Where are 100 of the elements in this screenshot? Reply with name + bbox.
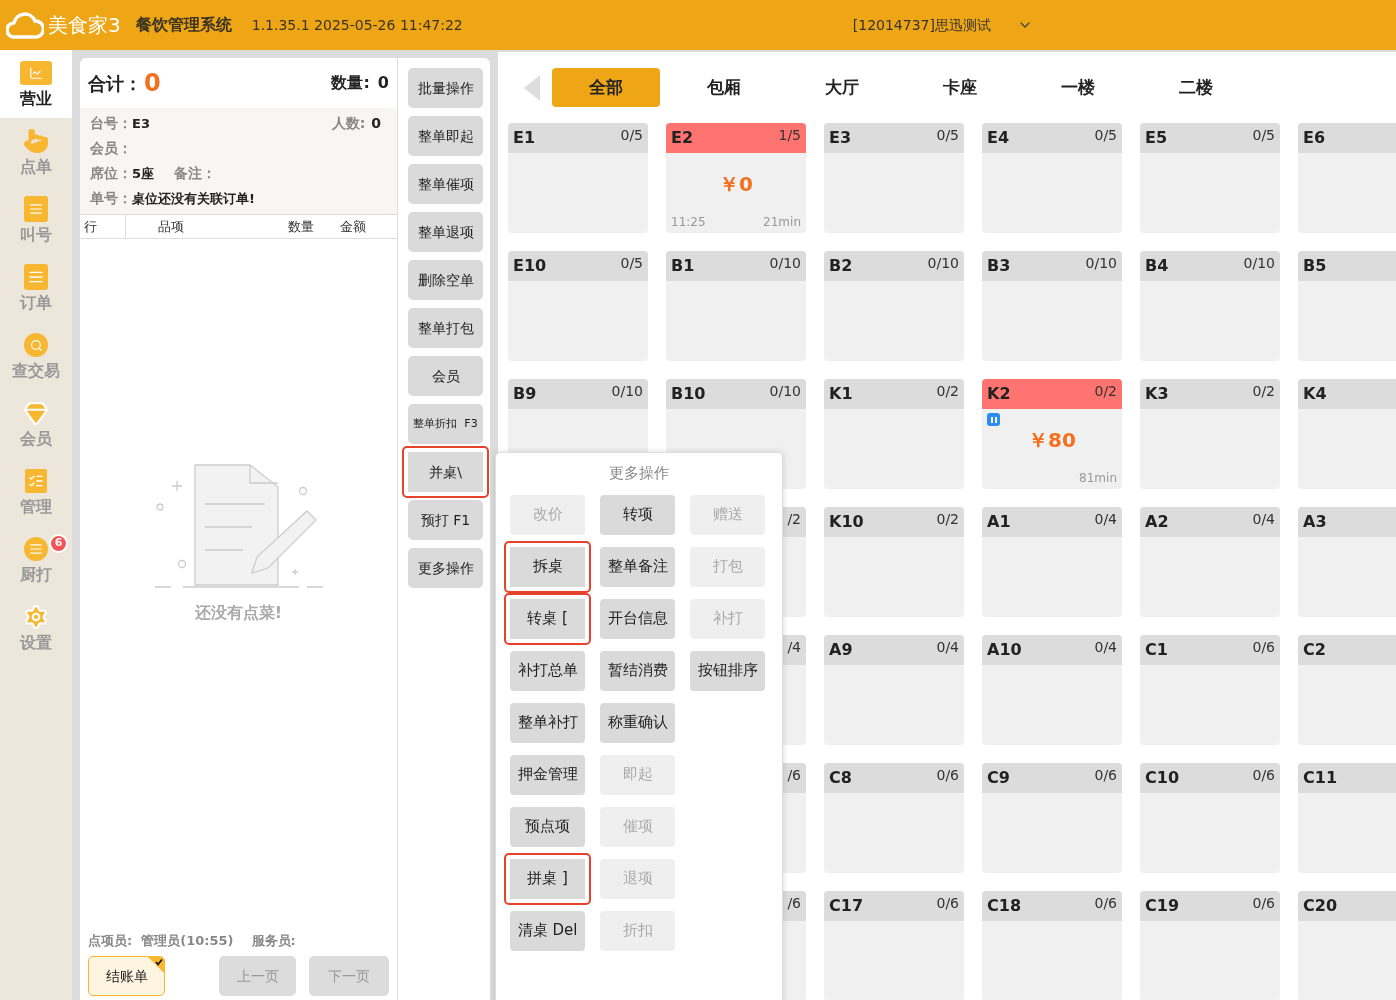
table-name: A10 bbox=[987, 639, 1022, 661]
table-card[interactable]: A9 0/4 bbox=[824, 635, 964, 745]
table-card[interactable]: B3 0/10 bbox=[982, 251, 1122, 361]
menu-button[interactable]: 补打总单 bbox=[510, 650, 585, 691]
table-card[interactable]: E10 0/5 bbox=[508, 251, 648, 361]
menu-button[interactable]: 转项 bbox=[600, 494, 675, 535]
seat-count: 1/5 bbox=[778, 127, 801, 143]
table-card[interactable]: B5 bbox=[1298, 251, 1396, 361]
info-label: 备注： bbox=[174, 164, 217, 183]
table-card[interactable]: E5 0/5 bbox=[1140, 123, 1280, 233]
action-button[interactable]: 批量操作 bbox=[408, 68, 483, 108]
table-name: B1 bbox=[671, 255, 695, 277]
action-button[interactable]: 整单退项 bbox=[408, 212, 483, 252]
brand-name: 美食家3 bbox=[48, 12, 121, 39]
table-card[interactable]: C20 bbox=[1298, 891, 1396, 1000]
table-card[interactable]: E1 0/5 bbox=[508, 123, 648, 233]
menu-button[interactable]: 预点项 bbox=[510, 806, 585, 847]
area-tab[interactable]: 一楼 bbox=[1024, 68, 1132, 107]
seat-count: 0/6 bbox=[1252, 639, 1275, 655]
table-card[interactable]: C10 0/6 bbox=[1140, 763, 1280, 873]
area-tab[interactable]: 全部 bbox=[552, 68, 660, 107]
seat-count: 0/5 bbox=[1252, 127, 1275, 143]
menu-button[interactable]: 整单补打 bbox=[510, 702, 585, 743]
table-name: E6 bbox=[1303, 127, 1326, 149]
table-card[interactable]: B4 0/10 bbox=[1140, 251, 1280, 361]
info-value: 桌位还没有关联订单! bbox=[132, 189, 255, 208]
action-button[interactable]: 并桌\ bbox=[402, 446, 489, 498]
table-card[interactable]: E6 bbox=[1298, 123, 1396, 233]
table-card[interactable]: C11 bbox=[1298, 763, 1396, 873]
left-arrow-icon[interactable] bbox=[524, 74, 540, 101]
table-card[interactable]: A10 0/4 bbox=[982, 635, 1122, 745]
table-card[interactable]: C1 0/6 bbox=[1140, 635, 1280, 745]
table-card[interactable]: C2 bbox=[1298, 635, 1396, 745]
gear-icon bbox=[23, 603, 49, 631]
table-card[interactable]: E2 1/5 ￥0 11:25 21min bbox=[666, 123, 806, 233]
seat-count: 0/6 bbox=[1252, 895, 1275, 911]
table-name: A2 bbox=[1145, 511, 1169, 533]
area-tab[interactable]: 二楼 bbox=[1142, 68, 1250, 107]
cloud-logo-icon bbox=[6, 10, 44, 40]
info-label: 人数: bbox=[331, 114, 366, 133]
column-header: 行 bbox=[80, 215, 126, 238]
table-name: B5 bbox=[1303, 255, 1327, 277]
action-button[interactable]: 预打 F1 bbox=[408, 500, 483, 540]
menu-button[interactable]: 清桌 Del bbox=[510, 910, 585, 951]
action-button[interactable]: 会员 bbox=[408, 356, 483, 396]
menu-button[interactable]: 称重确认 bbox=[600, 702, 675, 743]
table-card[interactable]: K1 0/2 bbox=[824, 379, 964, 489]
table-card[interactable]: C18 0/6 bbox=[982, 891, 1122, 1000]
table-card[interactable]: E3 0/5 bbox=[824, 123, 964, 233]
menu-button[interactable]: 押金管理 bbox=[510, 754, 585, 795]
seat-count: 0/10 bbox=[1243, 255, 1275, 271]
menu-button[interactable]: 暂结消费 bbox=[600, 650, 675, 691]
menu-button[interactable]: 整单备注 bbox=[600, 546, 675, 587]
table-name: B4 bbox=[1145, 255, 1169, 277]
action-button[interactable]: 删除空单 bbox=[408, 260, 483, 300]
area-tab[interactable]: 大厅 bbox=[788, 68, 896, 107]
menu-button[interactable]: 拼桌 ] bbox=[504, 852, 591, 905]
table-card[interactable]: C17 0/6 bbox=[824, 891, 964, 1000]
menu-button[interactable]: 开台信息 bbox=[600, 598, 675, 639]
table-card[interactable]: K3 0/2 bbox=[1140, 379, 1280, 489]
sidebar-item[interactable]: 营业 bbox=[0, 50, 72, 118]
area-tab[interactable]: 包厢 bbox=[670, 68, 778, 107]
table-card[interactable]: K4 bbox=[1298, 379, 1396, 489]
seat-count: 0/5 bbox=[936, 127, 959, 143]
seat-count: 0/4 bbox=[1094, 639, 1117, 655]
table-card[interactable]: C8 0/6 bbox=[824, 763, 964, 873]
seat-count: 0/4 bbox=[1252, 511, 1275, 527]
table-card[interactable]: A1 0/4 bbox=[982, 507, 1122, 617]
seat-count: 0/5 bbox=[620, 255, 643, 271]
table-name: K4 bbox=[1303, 383, 1327, 405]
menu-button[interactable]: 转桌 [ bbox=[504, 592, 591, 645]
checkout-button[interactable]: 结账单 bbox=[88, 956, 165, 996]
table-card[interactable]: C9 0/6 bbox=[982, 763, 1122, 873]
seat-count: 0/6 bbox=[1094, 767, 1117, 783]
table-card[interactable]: A2 0/4 bbox=[1140, 507, 1280, 617]
account-dropdown[interactable]: [12014737]思迅测试 bbox=[852, 14, 1033, 36]
table-name: C17 bbox=[829, 895, 863, 917]
table-card[interactable]: E4 0/5 bbox=[982, 123, 1122, 233]
area-tab[interactable]: 卡座 bbox=[906, 68, 1014, 107]
table-card[interactable]: K10 0/2 bbox=[824, 507, 964, 617]
seat-count: 0/10 bbox=[769, 383, 801, 399]
menu-button[interactable]: 按钮排序 bbox=[690, 650, 765, 691]
table-name: C1 bbox=[1145, 639, 1168, 661]
action-button[interactable]: 整单催项 bbox=[408, 164, 483, 204]
table-name: A1 bbox=[987, 511, 1011, 533]
total-value: 0 bbox=[144, 68, 161, 99]
action-button[interactable]: 更多操作 bbox=[408, 548, 483, 588]
table-name: K2 bbox=[987, 383, 1011, 405]
menu-button[interactable]: 拆桌 bbox=[504, 540, 591, 593]
table-card[interactable]: A3 bbox=[1298, 507, 1396, 617]
table-card[interactable]: B2 0/10 bbox=[824, 251, 964, 361]
table-card[interactable]: C19 0/6 bbox=[1140, 891, 1280, 1000]
table-card[interactable]: K2 0/2 ￥80 81min bbox=[982, 379, 1122, 489]
action-button[interactable]: 整单打包 bbox=[408, 308, 483, 348]
seat-count: /4 bbox=[787, 639, 801, 655]
table-card[interactable]: B1 0/10 bbox=[666, 251, 806, 361]
seat-count: 0/6 bbox=[936, 767, 959, 783]
table-name: K10 bbox=[829, 511, 864, 533]
action-button[interactable]: 整单折扣 F3 bbox=[408, 404, 483, 444]
action-button[interactable]: 整单即起 bbox=[408, 116, 483, 156]
